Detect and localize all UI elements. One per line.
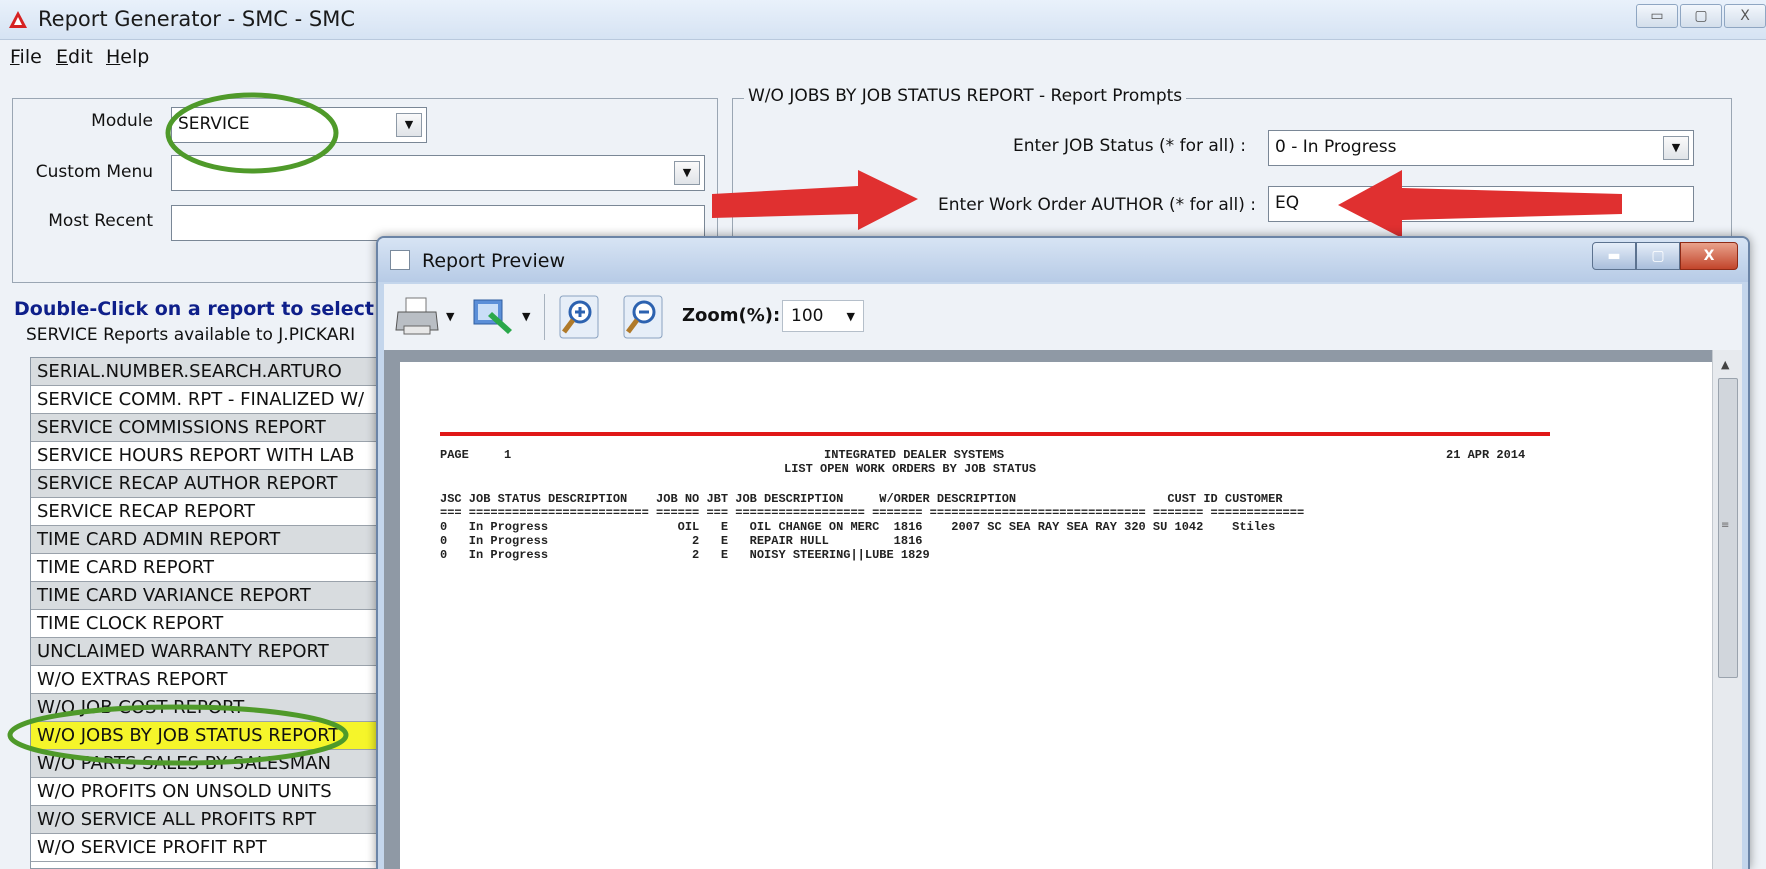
window-title: Report Generator - SMC - SMC xyxy=(38,7,356,31)
document-icon xyxy=(390,250,410,270)
scroll-up-icon[interactable]: ▲ xyxy=(1721,358,1729,371)
menu-edit[interactable]: Edit xyxy=(56,46,93,68)
report-item[interactable]: TIME CLOCK REPORT xyxy=(31,610,431,638)
report-subtitle: LIST OPEN WORK ORDERS BY JOB STATUS xyxy=(784,462,1037,476)
maximize-button[interactable]: ▢ xyxy=(1680,4,1722,28)
preview-scrollbar[interactable]: ▲ ≡ xyxy=(1712,350,1742,869)
reports-group-label: SERVICE Reports available to J.PICKARI xyxy=(26,325,360,345)
preview-window-controls: ▬ ▢ X xyxy=(1592,242,1738,270)
custom-menu-label: Custom Menu xyxy=(35,162,153,182)
report-item[interactable]: SERIAL.NUMBER.SEARCH.ARTURO xyxy=(31,358,431,386)
chevron-down-icon[interactable]: ▼ xyxy=(1663,136,1689,160)
module-label: Module xyxy=(91,111,153,131)
report-item[interactable]: W/O EXTRAS REPORT xyxy=(31,666,431,694)
chevron-down-icon[interactable]: ▼ xyxy=(674,161,700,185)
menu-help[interactable]: Help xyxy=(106,46,149,68)
report-column-header: JSC JOB STATUS DESCRIPTION JOB NO JBT JO… xyxy=(440,492,1283,506)
report-company: INTEGRATED DEALER SYSTEMS xyxy=(824,448,1005,462)
preview-title-bar: Report Preview ▬ ▢ X xyxy=(378,238,1748,282)
zoom-select[interactable]: 100 ▼ xyxy=(782,300,864,332)
preview-maximize-button[interactable]: ▢ xyxy=(1636,242,1680,270)
preview-close-button[interactable]: X xyxy=(1680,242,1738,270)
preview-minimize-button[interactable]: ▬ xyxy=(1592,242,1636,270)
window-controls: ▭ ▢ X xyxy=(1634,4,1766,30)
menu-bar: File Edit Help xyxy=(0,40,1766,76)
report-page-label: PAGE xyxy=(440,448,469,462)
report-row: 0 In Progress 2 E REPAIR HULL 1816 xyxy=(440,534,923,548)
report-row: 0 In Progress 2 E NOISY STEERING||LUBE 1… xyxy=(440,548,930,562)
minimize-button[interactable]: ▭ xyxy=(1636,4,1678,28)
title-bar: Report Generator - SMC - SMC ▭ ▢ X xyxy=(0,0,1766,40)
report-page: PAGE 1 INTEGRATED DEALER SYSTEMS 21 APR … xyxy=(400,362,1720,869)
report-item[interactable]: SERVICE COMM. RPT - FINALIZED W/ xyxy=(31,386,431,414)
report-date: 21 APR 2014 xyxy=(1446,448,1526,462)
app-logo-icon xyxy=(9,11,27,28)
printer-icon[interactable] xyxy=(394,294,440,340)
instruction-text: Double-Click on a report to select a xyxy=(14,298,394,320)
report-item[interactable]: W/O SERVICE ALL PROFITS RPT xyxy=(31,806,431,834)
zoom-label: Zoom(%): xyxy=(682,305,781,326)
preview-toolbar: ▼ ▼ Zoom(%): 100 ▼ xyxy=(384,284,1742,350)
chevron-down-icon[interactable]: ▼ xyxy=(446,310,454,323)
job-status-label: Enter JOB Status (* for all) : xyxy=(1012,136,1246,156)
preview-viewport[interactable]: PAGE 1 INTEGRATED DEALER SYSTEMS 21 APR … xyxy=(384,350,1742,869)
reports-list[interactable]: SERIAL.NUMBER.SEARCH.ARTURO SERVICE COMM… xyxy=(30,357,431,869)
report-item[interactable]: W/O PARTS SALES BY SALESMAN xyxy=(31,750,431,778)
report-item[interactable]: SERVICE RECAP AUTHOR REPORT xyxy=(31,470,431,498)
report-item[interactable]: UNCLAIMED WARRANTY REPORT xyxy=(31,638,431,666)
author-value: EQ xyxy=(1275,193,1300,213)
export-icon[interactable] xyxy=(470,294,516,340)
report-rule-line xyxy=(440,432,1550,436)
report-item[interactable]: TIME CARD ADMIN REPORT xyxy=(31,526,431,554)
report-item[interactable]: W/O SERVICE PROFIT RPT xyxy=(31,834,431,862)
zoom-in-icon[interactable] xyxy=(556,294,602,340)
zoom-value: 100 xyxy=(791,306,824,326)
report-preview-window: Report Preview ▬ ▢ X ▼ ▼ Zoom(%): 100 ▼ … xyxy=(376,236,1750,869)
report-row: 0 In Progress OIL E OIL CHANGE ON MERC 1… xyxy=(440,520,1276,534)
chevron-down-icon[interactable]: ▼ xyxy=(847,310,855,323)
report-item[interactable]: SERVICE COMMISSIONS REPORT xyxy=(31,414,431,442)
job-status-select[interactable]: 0 - In Progress ▼ xyxy=(1268,130,1694,166)
close-button[interactable]: X xyxy=(1724,4,1766,28)
menu-file[interactable]: File xyxy=(10,46,42,68)
preview-title: Report Preview xyxy=(422,250,565,272)
zoom-out-icon[interactable] xyxy=(620,294,666,340)
report-page-number: 1 xyxy=(504,448,512,462)
report-prompts-panel xyxy=(732,98,1732,258)
report-item[interactable]: TIME CARD VARIANCE REPORT xyxy=(31,582,431,610)
custom-menu-select[interactable]: ▼ xyxy=(171,155,705,191)
most-recent-label: Most Recent xyxy=(48,211,153,231)
report-item[interactable]: W/O PROFITS ON UNSOLD UNITS xyxy=(31,778,431,806)
module-value: SERVICE xyxy=(178,114,250,134)
report-prompts-title: W/O JOBS BY JOB STATUS REPORT - Report P… xyxy=(744,86,1187,106)
report-item[interactable]: SERVICE HOURS REPORT WITH LAB xyxy=(31,442,431,470)
report-item-selected[interactable]: W/O JOBS BY JOB STATUS REPORT xyxy=(31,722,431,750)
scroll-grip-icon: ≡ xyxy=(1721,520,1730,531)
author-label: Enter Work Order AUTHOR (* for all) : xyxy=(938,195,1256,215)
chevron-down-icon[interactable]: ▼ xyxy=(396,113,422,137)
report-item[interactable]: SERVICE RECAP REPORT xyxy=(31,498,431,526)
report-item[interactable]: TIME CARD REPORT xyxy=(31,554,431,582)
chevron-down-icon[interactable]: ▼ xyxy=(522,310,530,323)
author-input[interactable]: EQ xyxy=(1268,186,1694,222)
report-item[interactable]: W/O JOB COST REPORT xyxy=(31,694,431,722)
report-header-rule: === ========================= ====== ===… xyxy=(440,506,1305,520)
job-status-value: 0 - In Progress xyxy=(1275,137,1397,157)
module-select[interactable]: SERVICE ▼ xyxy=(171,107,427,143)
